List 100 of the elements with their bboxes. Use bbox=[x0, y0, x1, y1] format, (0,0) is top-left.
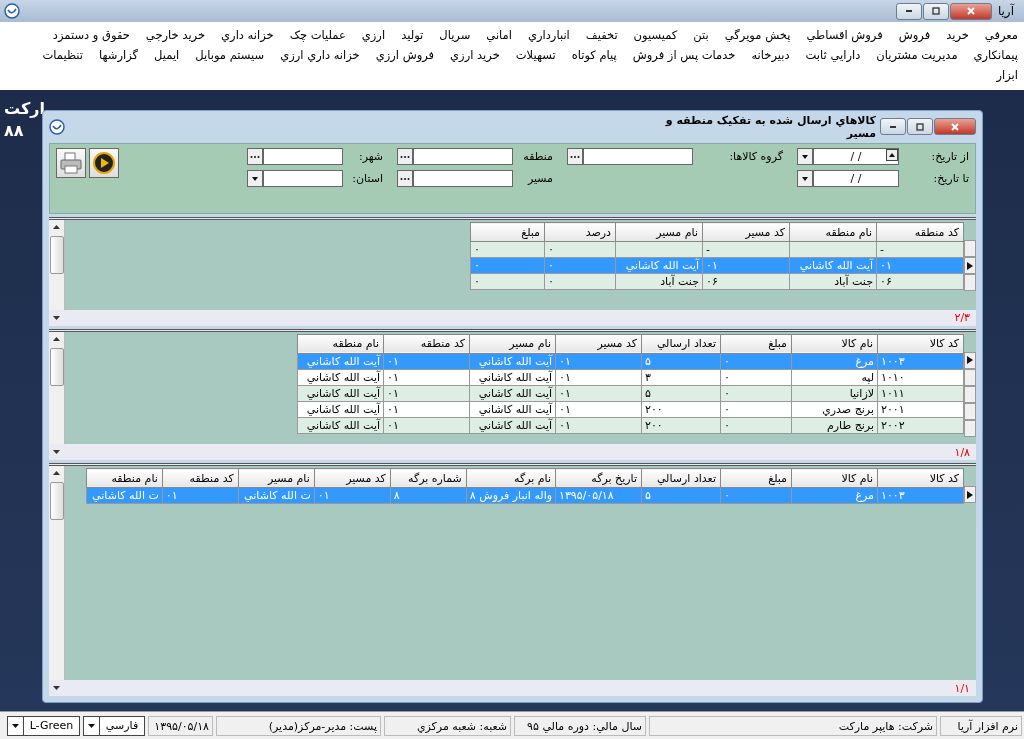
column-header[interactable]: کد مسير bbox=[702, 222, 790, 242]
scroll-up-button[interactable] bbox=[53, 471, 60, 476]
menu-item[interactable]: خريد bbox=[946, 25, 969, 45]
menu-item[interactable]: عمليات چک bbox=[289, 25, 346, 45]
column-header[interactable]: درصد bbox=[544, 222, 616, 242]
menu-item[interactable]: ابزار bbox=[996, 65, 1018, 85]
menu-item[interactable]: توليد bbox=[401, 25, 424, 45]
menu-item[interactable]: سيستم موبايل bbox=[195, 45, 265, 65]
column-header[interactable]: کد مسير bbox=[314, 468, 391, 488]
lookup-field[interactable] bbox=[583, 148, 693, 166]
menu-item[interactable]: معرفي bbox=[984, 25, 1018, 45]
menu-item[interactable]: ارزي bbox=[361, 25, 386, 45]
scroll-thumb[interactable] bbox=[49, 482, 64, 521]
column-header[interactable]: کد کالا bbox=[877, 468, 964, 488]
row-selector[interactable] bbox=[964, 351, 976, 369]
column-header[interactable]: کد منطقه bbox=[876, 222, 964, 242]
menu-item[interactable]: سريال bbox=[439, 25, 471, 45]
scroll-up-button[interactable] bbox=[53, 336, 60, 341]
menu-item[interactable]: دبيرخانه bbox=[751, 45, 790, 65]
browse-button[interactable] bbox=[397, 170, 413, 188]
scrollbar[interactable] bbox=[49, 466, 65, 680]
column-header[interactable]: نام برگه bbox=[466, 468, 556, 488]
column-header[interactable]: کد منطقه bbox=[383, 334, 470, 354]
row-selector[interactable] bbox=[964, 257, 976, 274]
column-header[interactable]: مبلغ bbox=[470, 222, 545, 242]
scroll-up-button[interactable] bbox=[53, 225, 60, 229]
browse-button[interactable] bbox=[567, 148, 583, 166]
menu-item[interactable]: پيام کوتاه bbox=[571, 45, 617, 65]
lookup-field[interactable] bbox=[263, 148, 343, 166]
status-text: شرکت: هايپر مارکت bbox=[649, 715, 937, 736]
row-selector[interactable] bbox=[964, 486, 976, 504]
menu-item[interactable]: حقوق و دستمزد bbox=[52, 25, 130, 45]
column-header[interactable]: کد منطقه bbox=[162, 468, 239, 488]
menu-item[interactable]: كميسيون bbox=[633, 25, 678, 45]
column-header[interactable]: نام کالا bbox=[791, 334, 878, 354]
menu-item[interactable]: تخفيف bbox=[585, 25, 618, 45]
column-header[interactable]: نام مسير bbox=[469, 334, 556, 354]
maximize-button[interactable] bbox=[922, 2, 949, 20]
menu-item[interactable]: فروش ارزي bbox=[375, 45, 435, 65]
dropdown-button[interactable] bbox=[247, 170, 263, 188]
menu-item[interactable]: پيمانكاري bbox=[973, 45, 1018, 65]
minimize-button[interactable] bbox=[880, 118, 906, 136]
menu-item[interactable]: اماني bbox=[486, 25, 512, 45]
column-header[interactable]: مبلغ bbox=[720, 334, 792, 354]
menu-item[interactable]: پخش مويرگي bbox=[724, 25, 791, 45]
menu-item[interactable]: تنظيمات bbox=[42, 45, 84, 65]
browse-button[interactable] bbox=[247, 148, 263, 166]
column-header[interactable]: شماره برگه bbox=[390, 468, 467, 488]
column-header[interactable]: نام منطقه bbox=[789, 222, 877, 242]
menu-item[interactable]: تسهيلات bbox=[515, 45, 556, 65]
minimize-button[interactable] bbox=[895, 2, 922, 20]
close-button[interactable] bbox=[934, 118, 976, 136]
window-title: آريا bbox=[997, 4, 1014, 18]
menu-item[interactable]: مديريت مشتريان bbox=[876, 45, 958, 65]
menu-item[interactable]: دارايي ثابت bbox=[805, 45, 861, 65]
menu-item[interactable]: ايميل bbox=[154, 45, 180, 65]
language-dropdown[interactable]: فارسي bbox=[83, 715, 145, 736]
dropdown-button[interactable] bbox=[797, 148, 813, 166]
menu-item[interactable]: بتن bbox=[693, 25, 709, 45]
scroll-thumb[interactable] bbox=[49, 347, 64, 386]
scroll-down-button[interactable] bbox=[53, 315, 60, 320]
dropdown-button[interactable] bbox=[797, 170, 813, 188]
column-header[interactable]: مبلغ bbox=[720, 468, 792, 488]
column-header[interactable]: نام منطقه bbox=[297, 334, 384, 354]
menu-item[interactable]: فروش اقساطي bbox=[806, 25, 883, 45]
menu-item[interactable]: انبارداري bbox=[528, 25, 570, 45]
scrollbar[interactable] bbox=[49, 220, 65, 310]
menu-item[interactable]: خريد خارجي bbox=[145, 25, 206, 45]
column-header[interactable]: نام منطقه bbox=[86, 468, 163, 488]
column-header[interactable]: نام مسير bbox=[238, 468, 315, 488]
lookup-field[interactable] bbox=[413, 148, 513, 166]
maximize-button[interactable] bbox=[907, 118, 933, 136]
column-header[interactable]: نام مسير bbox=[615, 222, 703, 242]
spin-up-button[interactable] bbox=[886, 149, 898, 162]
column-header[interactable]: تاريخ برگه bbox=[555, 468, 642, 488]
dropdown-field[interactable] bbox=[263, 170, 343, 188]
date-field[interactable]: / / bbox=[813, 148, 899, 166]
browse-button[interactable] bbox=[397, 148, 413, 166]
current-row-icon bbox=[966, 260, 974, 271]
print-button[interactable] bbox=[56, 147, 86, 178]
scroll-down-button[interactable] bbox=[53, 450, 60, 455]
menu-item[interactable]: فروش bbox=[898, 25, 931, 45]
menu-item[interactable]: گزارشها bbox=[99, 45, 139, 65]
menu-item[interactable]: خزانه داري ارزي bbox=[280, 45, 360, 65]
close-button[interactable] bbox=[949, 2, 992, 20]
column-header[interactable]: کد کالا bbox=[877, 334, 964, 354]
column-header[interactable]: نام کالا bbox=[791, 468, 878, 488]
column-header[interactable]: کد مسير bbox=[555, 334, 642, 354]
menu-item[interactable]: خزانه داري bbox=[221, 25, 274, 45]
column-header[interactable]: تعداد ارسالي bbox=[641, 468, 721, 488]
menu-item[interactable]: خدمات پس از فروش bbox=[632, 45, 736, 65]
scrollbar[interactable] bbox=[49, 331, 65, 445]
scroll-down-button[interactable] bbox=[53, 686, 60, 690]
column-header[interactable]: تعداد ارسالي bbox=[641, 334, 721, 354]
menu-item[interactable]: خريد ارزي bbox=[450, 45, 500, 65]
scroll-thumb[interactable] bbox=[49, 236, 64, 274]
lookup-field[interactable] bbox=[413, 170, 513, 188]
run-button[interactable] bbox=[89, 147, 119, 178]
date-field[interactable]: / / bbox=[813, 170, 899, 188]
theme-dropdown[interactable]: L-Green bbox=[7, 715, 80, 736]
